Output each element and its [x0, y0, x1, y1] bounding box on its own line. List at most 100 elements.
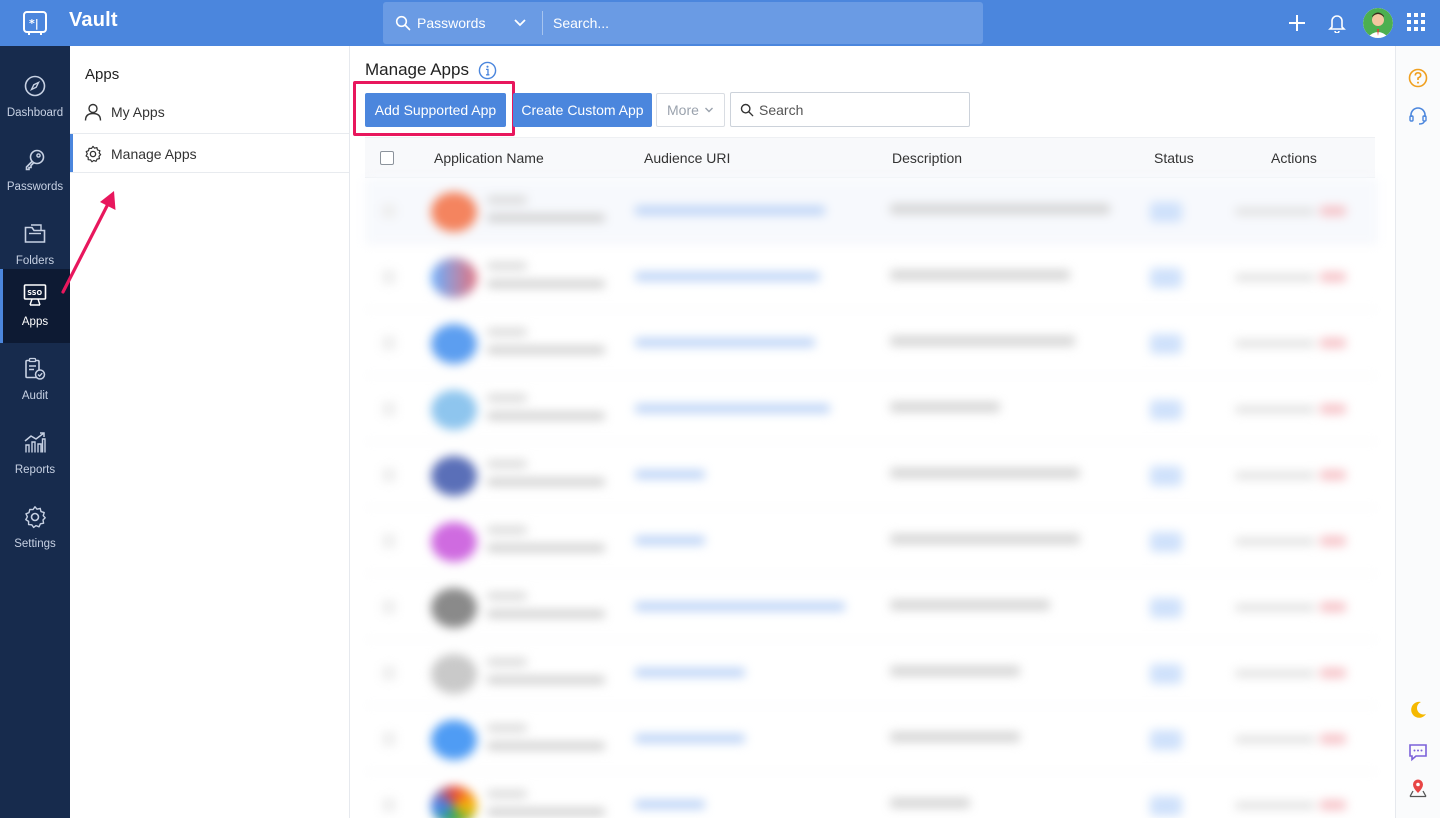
- table-row[interactable]: [365, 310, 1378, 376]
- apps-subnav: Apps My Apps Manage Apps: [70, 46, 350, 818]
- row-delete-action[interactable]: [1320, 734, 1346, 744]
- row-checkbox[interactable]: [382, 336, 396, 350]
- subnav-item-manage-apps[interactable]: Manage Apps: [70, 133, 349, 173]
- clipboard-check-icon: [25, 357, 46, 380]
- app-name-placeholder: [487, 196, 527, 204]
- column-header-audience-uri[interactable]: Audience URI: [644, 150, 730, 166]
- app-logo: [431, 522, 477, 562]
- audience-uri-placeholder: [635, 800, 705, 809]
- row-checkbox[interactable]: [382, 270, 396, 284]
- row-delete-action[interactable]: [1320, 338, 1346, 348]
- chat-icon[interactable]: [1408, 742, 1428, 762]
- table-row[interactable]: [365, 244, 1378, 310]
- row-checkbox[interactable]: [382, 402, 396, 416]
- status-badge: [1150, 466, 1182, 486]
- table-row[interactable]: [365, 442, 1378, 508]
- top-bar: *| Vault Passwords Search...: [0, 0, 1440, 46]
- status-badge: [1150, 796, 1182, 816]
- app-name-placeholder: [487, 394, 527, 402]
- plus-icon[interactable]: [1287, 13, 1307, 33]
- row-delete-action[interactable]: [1320, 536, 1346, 546]
- app-name-placeholder: [487, 724, 527, 732]
- chevron-down-icon: [705, 107, 713, 113]
- table-row[interactable]: [365, 376, 1378, 442]
- annotation-arrow: [61, 191, 116, 294]
- table-search-input[interactable]: [759, 100, 959, 120]
- nav-item-reports[interactable]: Reports: [0, 417, 70, 491]
- row-delete-action[interactable]: [1320, 404, 1346, 414]
- row-delete-action[interactable]: [1320, 800, 1346, 810]
- create-custom-app-button[interactable]: Create Custom App: [513, 93, 652, 127]
- avatar[interactable]: [1363, 8, 1393, 38]
- global-search-input[interactable]: Search...: [553, 15, 609, 31]
- user-avatar-icon: [1363, 8, 1393, 38]
- row-action-link[interactable]: [1235, 670, 1315, 677]
- search-scope-dropdown[interactable]: Passwords: [383, 2, 543, 44]
- search-divider: [542, 11, 543, 35]
- more-dropdown-button[interactable]: More: [656, 93, 725, 127]
- support-headset-icon[interactable]: [1408, 106, 1428, 126]
- row-delete-action[interactable]: [1320, 470, 1346, 480]
- row-action-link[interactable]: [1235, 538, 1315, 545]
- row-checkbox[interactable]: [382, 732, 396, 746]
- status-badge: [1150, 664, 1182, 684]
- search-icon: [740, 103, 754, 117]
- select-all-checkbox[interactable]: [380, 151, 394, 165]
- table-row[interactable]: [365, 706, 1378, 772]
- subnav-item-my-apps[interactable]: My Apps: [70, 92, 349, 132]
- row-checkbox[interactable]: [382, 798, 396, 812]
- subnav-item-label: My Apps: [111, 104, 165, 120]
- app-table-rows: [365, 178, 1378, 818]
- nav-label: Audit: [21, 390, 49, 402]
- nav-item-settings[interactable]: Settings: [0, 491, 70, 565]
- description-placeholder: [890, 798, 970, 808]
- nav-item-dashboard[interactable]: Dashboard: [0, 60, 70, 134]
- row-delete-action[interactable]: [1320, 206, 1346, 216]
- nav-label: Reports: [14, 464, 56, 476]
- row-checkbox[interactable]: [382, 666, 396, 680]
- app-logo: [431, 654, 477, 694]
- table-row[interactable]: [365, 574, 1378, 640]
- app-subname-placeholder: [487, 742, 605, 750]
- bell-icon[interactable]: [1328, 13, 1346, 33]
- row-action-link[interactable]: [1235, 604, 1315, 611]
- dark-mode-moon-icon[interactable]: [1408, 700, 1428, 720]
- table-row[interactable]: [365, 178, 1378, 244]
- global-search-bar[interactable]: Passwords Search...: [383, 2, 983, 44]
- nav-item-audit[interactable]: Audit: [0, 343, 70, 417]
- row-delete-action[interactable]: [1320, 272, 1346, 282]
- nav-label: Dashboard: [6, 107, 64, 119]
- location-pin-icon[interactable]: [1408, 778, 1428, 798]
- column-header-status[interactable]: Status: [1154, 150, 1194, 166]
- gear-icon: [85, 145, 102, 163]
- row-action-link[interactable]: [1235, 472, 1315, 479]
- key-icon: [25, 149, 45, 171]
- status-badge: [1150, 334, 1182, 354]
- row-delete-action[interactable]: [1320, 668, 1346, 678]
- row-checkbox[interactable]: [382, 534, 396, 548]
- column-header-application-name[interactable]: Application Name: [434, 150, 544, 166]
- status-badge: [1150, 532, 1182, 552]
- row-delete-action[interactable]: [1320, 602, 1346, 612]
- column-header-description[interactable]: Description: [892, 150, 962, 166]
- help-icon[interactable]: [1408, 68, 1428, 88]
- row-action-link[interactable]: [1235, 274, 1315, 281]
- vault-logo-icon[interactable]: *|: [21, 9, 49, 37]
- row-action-link[interactable]: [1235, 736, 1315, 743]
- apps-grid-icon[interactable]: [1407, 13, 1425, 31]
- table-header: Application Name Audience URI Descriptio…: [365, 137, 1375, 178]
- app-logo: [431, 390, 477, 430]
- row-action-link[interactable]: [1235, 208, 1315, 215]
- table-search-box[interactable]: [730, 92, 970, 127]
- table-row[interactable]: [365, 640, 1378, 706]
- info-icon[interactable]: [478, 61, 497, 80]
- table-row[interactable]: [365, 508, 1378, 574]
- row-action-link[interactable]: [1235, 406, 1315, 413]
- row-checkbox[interactable]: [382, 204, 396, 218]
- row-checkbox[interactable]: [382, 468, 396, 482]
- row-action-link[interactable]: [1235, 802, 1315, 809]
- row-checkbox[interactable]: [382, 600, 396, 614]
- table-row[interactable]: [365, 772, 1378, 818]
- status-badge: [1150, 202, 1182, 222]
- row-action-link[interactable]: [1235, 340, 1315, 347]
